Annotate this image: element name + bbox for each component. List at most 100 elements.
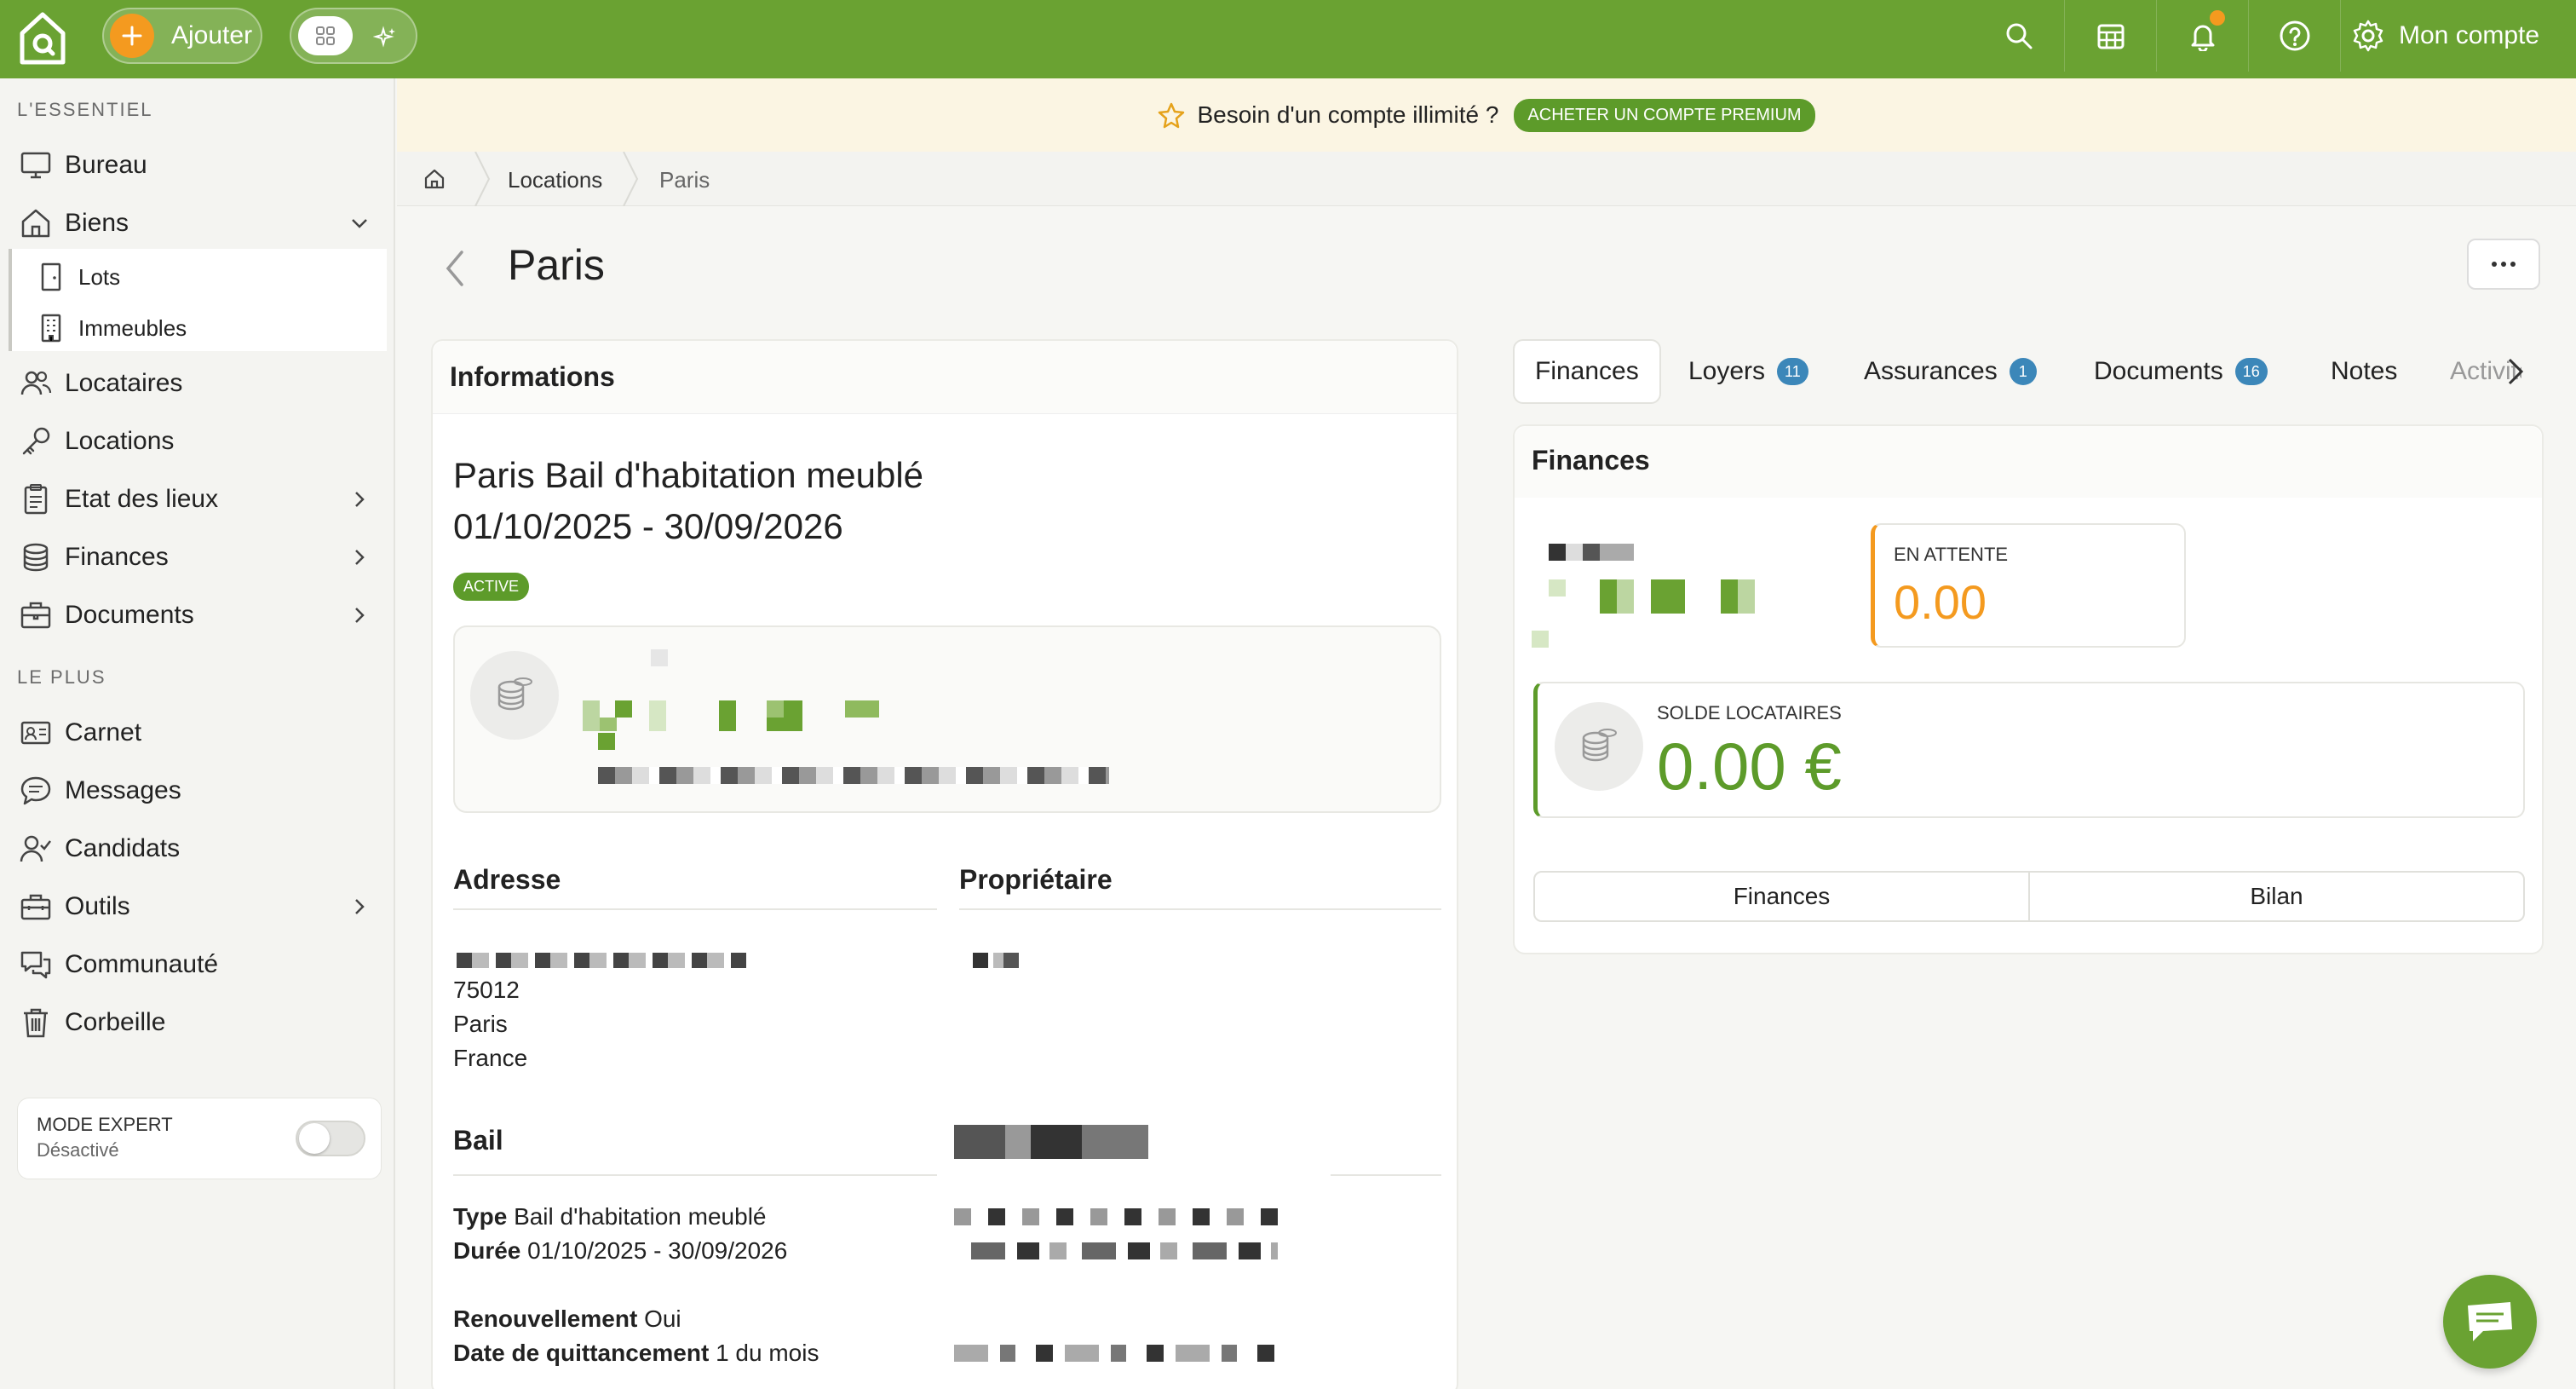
duree-label: Durée xyxy=(453,1237,521,1264)
account-menu[interactable]: Mon compte xyxy=(2351,0,2539,72)
clipboard-icon xyxy=(24,484,48,515)
tab-count-badge: 16 xyxy=(2234,358,2268,385)
switch-knob xyxy=(299,1123,330,1154)
receipt-date-row: Date de quittancement 1 du mois xyxy=(453,1340,819,1367)
view-mode-toggle[interactable] xyxy=(290,8,417,64)
home-icon[interactable] xyxy=(423,167,446,191)
sidebar-item-locations[interactable]: Locations xyxy=(19,418,385,465)
tenant-balance-summary: SOLDE LOCATAIRES 0.00 € xyxy=(1533,682,2525,818)
sidebar-item-carnet[interactable]: Carnet xyxy=(19,709,385,757)
detail-tabs: Finances Loyers 11 Assurances 1 Document… xyxy=(1513,339,2535,404)
lease-type-row: Type Bail d'habitation meublé xyxy=(453,1203,767,1231)
chat-icon xyxy=(20,776,51,805)
owner-title: Propriétaire xyxy=(959,864,1113,895)
sidebar-item-immeubles[interactable]: Immeubles xyxy=(37,307,187,349)
divider xyxy=(453,1174,937,1176)
segment-bilan-button[interactable]: Bilan xyxy=(2028,873,2523,920)
back-arrow-icon[interactable] xyxy=(440,247,470,290)
sidebar-item-label: Etat des lieux xyxy=(65,485,219,513)
redacted-pixel xyxy=(719,700,736,731)
help-icon[interactable] xyxy=(2249,0,2341,72)
sidebar-item-locataires[interactable]: Locataires xyxy=(19,360,385,407)
chevron-right-icon xyxy=(355,550,365,565)
tab-count-badge: 1 xyxy=(2009,358,2037,385)
sidebar-item-bureau[interactable]: Bureau xyxy=(19,141,385,189)
sparkle-icon[interactable] xyxy=(370,22,400,53)
plus-icon xyxy=(110,14,154,58)
sidebar-item-biens[interactable]: Biens xyxy=(19,199,385,247)
address-city: Paris xyxy=(453,1011,508,1037)
tab-notes[interactable]: Notes xyxy=(2331,339,2397,404)
expert-mode-title: MODE EXPERT xyxy=(37,1114,173,1135)
sidebar-item-documents[interactable]: Documents xyxy=(19,591,385,639)
section-title-le-plus: LE PLUS xyxy=(17,666,106,688)
banner-text: Besoin d'un compte illimité ? xyxy=(1197,101,1499,128)
support-chat-button[interactable] xyxy=(2443,1275,2537,1369)
page-title: Paris xyxy=(508,241,605,289)
expert-mode-status: Désactivé xyxy=(37,1139,119,1161)
section-title-essentiel: L'ESSENTIEL xyxy=(17,99,153,120)
bell-icon[interactable] xyxy=(2157,0,2249,72)
breadcrumb-separator xyxy=(474,152,491,206)
expert-mode-switch[interactable] xyxy=(296,1121,365,1156)
chevron-right-icon[interactable] xyxy=(2503,353,2528,390)
add-button[interactable]: Ajouter xyxy=(102,8,262,64)
redacted-pixel xyxy=(767,700,784,718)
pending-value: 0.00 xyxy=(1894,575,1987,629)
calendar-icon[interactable] xyxy=(2065,0,2157,72)
chat-bubble-icon xyxy=(2468,1302,2512,1341)
segment-finances-button[interactable]: Finances xyxy=(1535,873,2028,920)
quittancement-value: 1 du mois xyxy=(716,1340,819,1366)
sidebar-item-label: Carnet xyxy=(65,718,142,746)
redacted-pixel xyxy=(600,718,617,731)
chevron-right-icon xyxy=(355,608,365,623)
tab-finances[interactable]: Finances xyxy=(1513,339,1661,404)
renouvellement-label: Renouvellement xyxy=(453,1305,638,1332)
sidebar-item-label: Candidats xyxy=(65,834,181,862)
tab-documents[interactable]: Documents 16 xyxy=(2094,339,2268,404)
more-options-button[interactable] xyxy=(2467,239,2540,290)
coins-circle-icon xyxy=(1555,702,1643,791)
sidebar-item-lots[interactable]: Lots xyxy=(37,256,120,298)
sidebar-item-label: Corbeille xyxy=(65,1008,166,1036)
redacted-pixel xyxy=(649,700,666,731)
coins-icon xyxy=(23,543,49,572)
sidebar-item-label: Messages xyxy=(65,776,181,804)
tab-count-badge: 11 xyxy=(1777,358,1808,385)
sidebar-item-outils[interactable]: Outils xyxy=(19,883,385,931)
redacted-pixel-row xyxy=(457,953,746,968)
user-check-icon xyxy=(20,835,51,862)
sidebar-item-etat-des-lieux[interactable]: Etat des lieux xyxy=(19,475,385,523)
home-logo-icon[interactable] xyxy=(12,7,73,70)
sidebar-item-messages[interactable]: Messages xyxy=(19,767,385,815)
search-icon[interactable] xyxy=(1973,0,2065,72)
sidebar-item-label: Lots xyxy=(78,263,121,290)
address-title: Adresse xyxy=(453,864,561,895)
sidebar-item-corbeille[interactable]: Corbeille xyxy=(19,999,385,1046)
sidebar-item-finances[interactable]: Finances xyxy=(19,533,385,581)
house-icon xyxy=(21,209,50,238)
information-header: Informations xyxy=(433,341,1457,414)
sidebar-item-communaute[interactable]: Communauté xyxy=(19,941,385,988)
renouvellement-value: Oui xyxy=(644,1305,681,1332)
breadcrumb-separator xyxy=(623,152,639,206)
breadcrumb-current: Paris xyxy=(659,167,710,193)
sidebar-item-label: Outils xyxy=(65,892,130,920)
account-label: Mon compte xyxy=(2399,21,2540,49)
redacted-pixel-block xyxy=(954,1125,1148,1159)
redacted-pixel-row xyxy=(954,1208,1278,1225)
duree-value: 01/10/2025 - 30/09/2026 xyxy=(527,1237,788,1264)
breadcrumb-locations[interactable]: Locations xyxy=(508,167,602,193)
top-bar: Ajouter Mon compte xyxy=(0,0,2576,78)
tab-loyers[interactable]: Loyers 11 xyxy=(1688,339,1808,404)
sidebar-item-label: Locations xyxy=(65,427,175,455)
buy-premium-button[interactable]: ACHETER UN COMPTE PREMIUM xyxy=(1514,98,1815,132)
sidebar-item-candidats[interactable]: Candidats xyxy=(19,825,385,873)
toolbox-icon xyxy=(20,894,51,920)
tab-assurances[interactable]: Assurances 1 xyxy=(1864,339,2037,404)
quittancement-label: Date de quittancement xyxy=(453,1340,710,1366)
lease-title: Paris Bail d'habitation meublé xyxy=(453,455,924,495)
pending-amount-card: EN ATTENTE 0.00 xyxy=(1871,523,2186,648)
grid-icon[interactable] xyxy=(298,16,353,55)
desktop-icon xyxy=(20,152,51,179)
